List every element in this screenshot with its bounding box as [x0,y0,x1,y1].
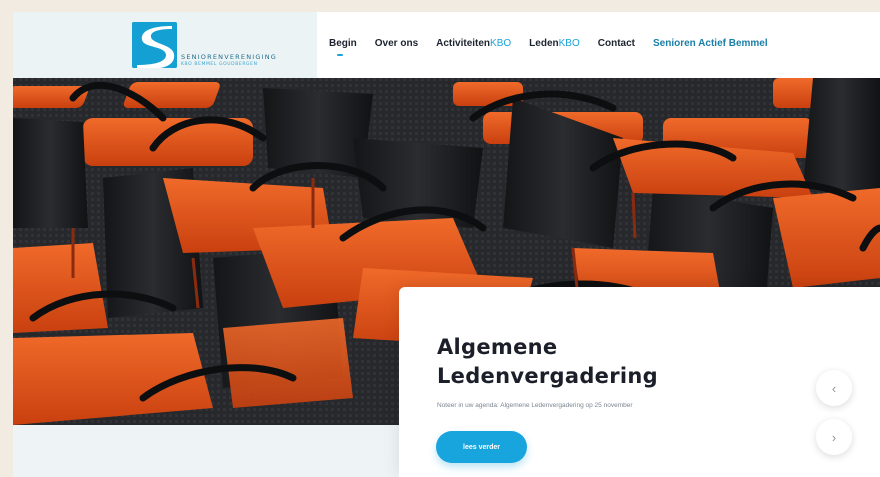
nav-suffix-kbo: KBO [490,38,512,49]
nav-label-senioren-actief-bemmel: Senioren Actief Bemmel [652,38,768,49]
logo-title: SENIORENVERENIGING [181,53,278,61]
slider-next-button[interactable]: › [816,419,852,455]
site-header: SENIORENVERENIGING KBO BEMMEL GOUDBERGEN… [13,12,880,78]
logo-subtitle: KBO BEMMEL GOUDBERGEN [181,62,258,67]
logo-panel: SENIORENVERENIGING KBO BEMMEL GOUDBERGEN [13,12,317,78]
page-frame: SENIORENVERENIGING KBO BEMMEL GOUDBERGEN… [13,12,880,477]
nav-item-senioren-actief-bemmel[interactable]: Senioren Actief Bemmel [653,38,768,49]
slide-text: Noteer in uw agenda: Algemene Ledenverga… [437,402,633,409]
slide-card: Algemene Ledenvergadering Noteer in uw a… [399,287,880,477]
nav-item-leden[interactable]: LedenKBO [529,38,580,49]
chevron-right-icon: › [831,429,837,445]
slide-title: Algemene Ledenvergadering [437,333,737,391]
nav-label-activiteiten: Activiteiten [436,38,491,49]
logo-s-icon[interactable] [132,22,177,68]
nav-item-activiteiten[interactable]: ActiviteitenKBO [436,38,511,49]
slide-title-line-2: Ledenvergadering [437,364,658,388]
slider-prev-button[interactable]: ‹ [816,370,852,406]
nav-item-contact[interactable]: Contact [598,38,635,49]
read-more-button[interactable]: lees verder [436,431,527,463]
nav-item-begin[interactable]: Begin [329,38,357,56]
nav-label-leden: Leden [529,38,559,49]
nav-suffix-kbo: KBO [558,38,580,49]
nav-item-over-ons[interactable]: Over ons [375,38,418,49]
nav-label-begin: Begin [329,38,357,49]
nav-label-over-ons: Over ons [374,38,419,49]
slide-title-line-1: Algemene [437,335,558,359]
nav-label-contact: Contact [597,38,635,49]
chevron-left-icon: ‹ [831,380,837,396]
main-nav: Begin Over ons ActiviteitenKBO LedenKBO … [329,38,768,56]
